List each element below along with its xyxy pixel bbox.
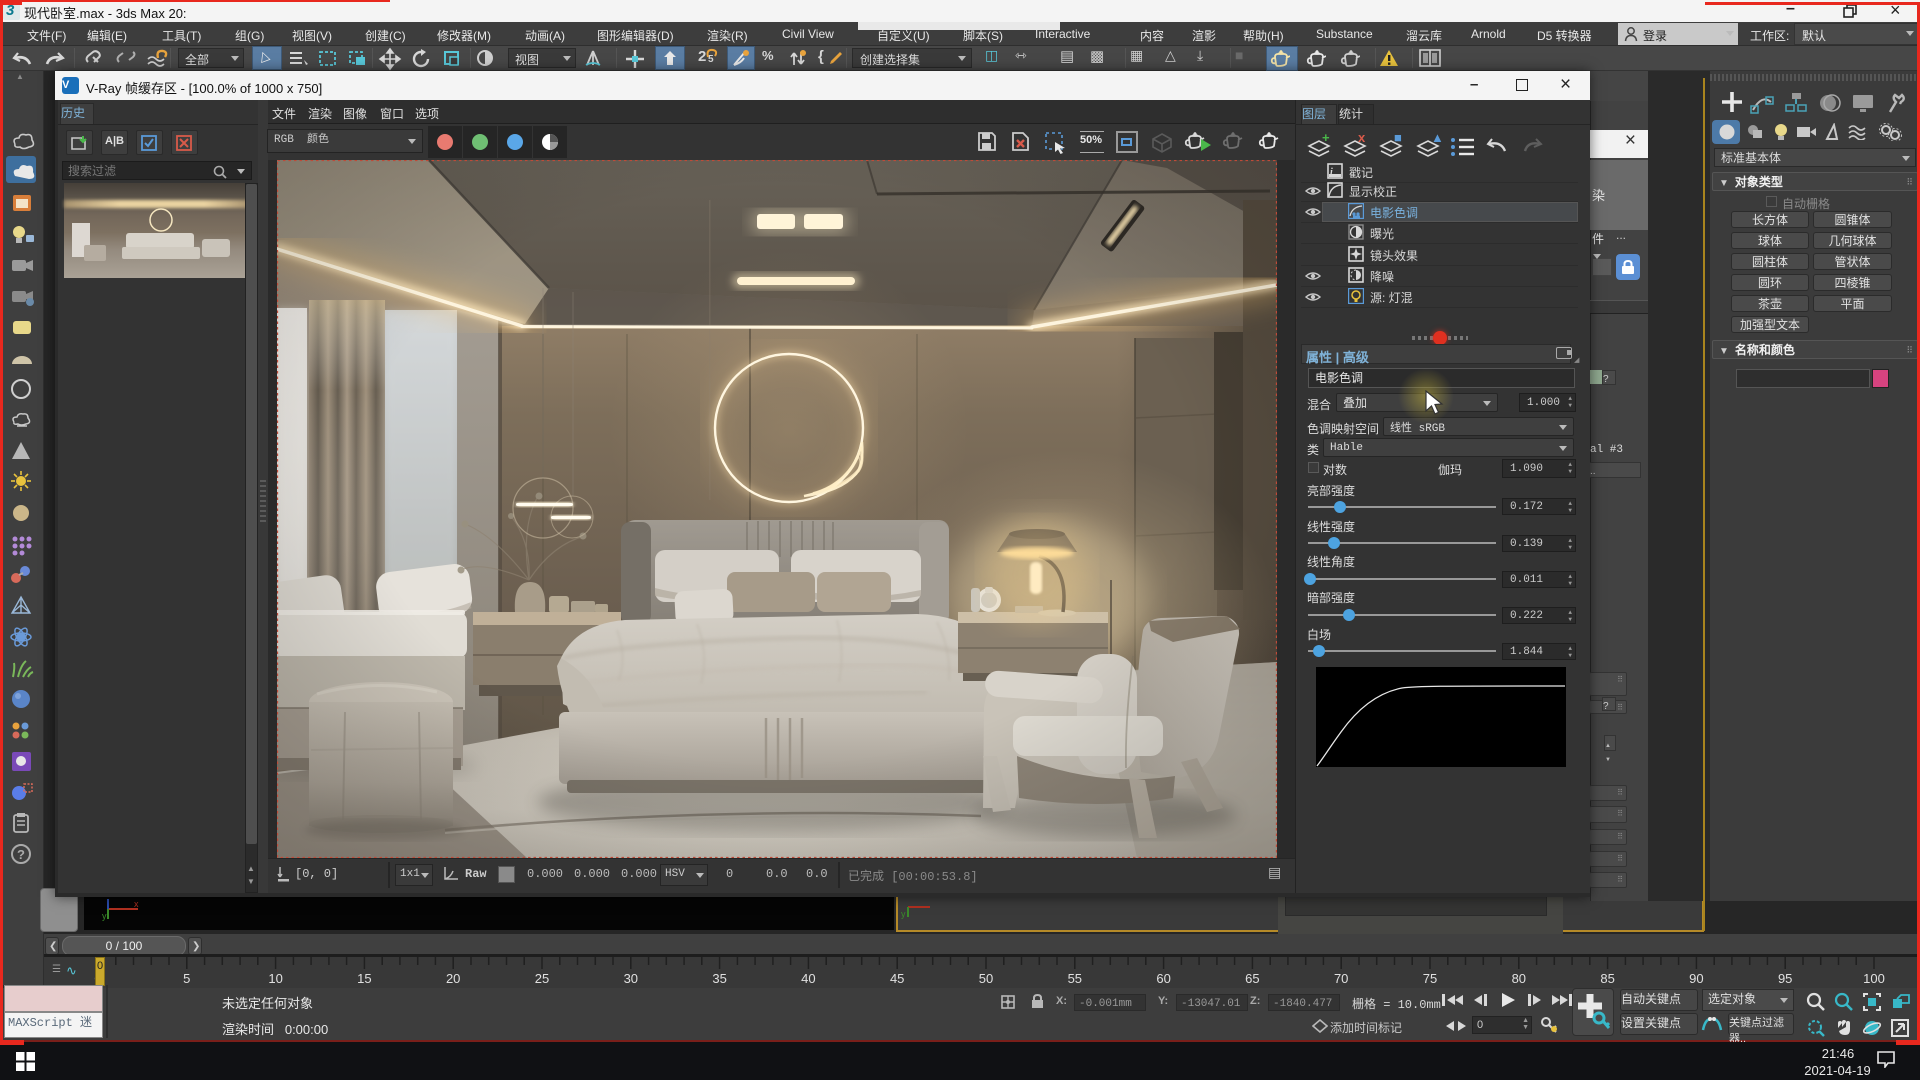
svg-text:y: y bbox=[901, 909, 906, 919]
svg-text:y: y bbox=[102, 911, 107, 921]
svg-text:x: x bbox=[134, 899, 139, 909]
svg-text:90: 90 bbox=[1689, 971, 1703, 986]
svg-text:15: 15 bbox=[357, 971, 371, 986]
svg-text:45: 45 bbox=[890, 971, 904, 986]
svg-text:x: x bbox=[1358, 132, 1366, 145]
svg-text:100: 100 bbox=[1863, 971, 1885, 986]
svg-text:65: 65 bbox=[1245, 971, 1259, 986]
svg-text:85: 85 bbox=[1600, 971, 1614, 986]
svg-text:+: + bbox=[1322, 132, 1330, 145]
svg-text:50: 50 bbox=[979, 971, 993, 986]
svg-text:35: 35 bbox=[712, 971, 726, 986]
svg-text:10: 10 bbox=[268, 971, 282, 986]
svg-text:95: 95 bbox=[1778, 971, 1792, 986]
svg-text:70: 70 bbox=[1334, 971, 1348, 986]
svg-text:25: 25 bbox=[535, 971, 549, 986]
svg-text:80: 80 bbox=[1512, 971, 1526, 986]
svg-text:?: ? bbox=[17, 847, 25, 862]
svg-text:20: 20 bbox=[446, 971, 460, 986]
svg-text:60: 60 bbox=[1156, 971, 1170, 986]
svg-text:40: 40 bbox=[801, 971, 815, 986]
svg-text:5: 5 bbox=[183, 971, 190, 986]
svg-text:■: ■ bbox=[1394, 132, 1402, 145]
svg-text:30: 30 bbox=[624, 971, 638, 986]
svg-text:▲: ▲ bbox=[1431, 132, 1444, 145]
svg-text:75: 75 bbox=[1423, 971, 1437, 986]
svg-text:55: 55 bbox=[1068, 971, 1082, 986]
